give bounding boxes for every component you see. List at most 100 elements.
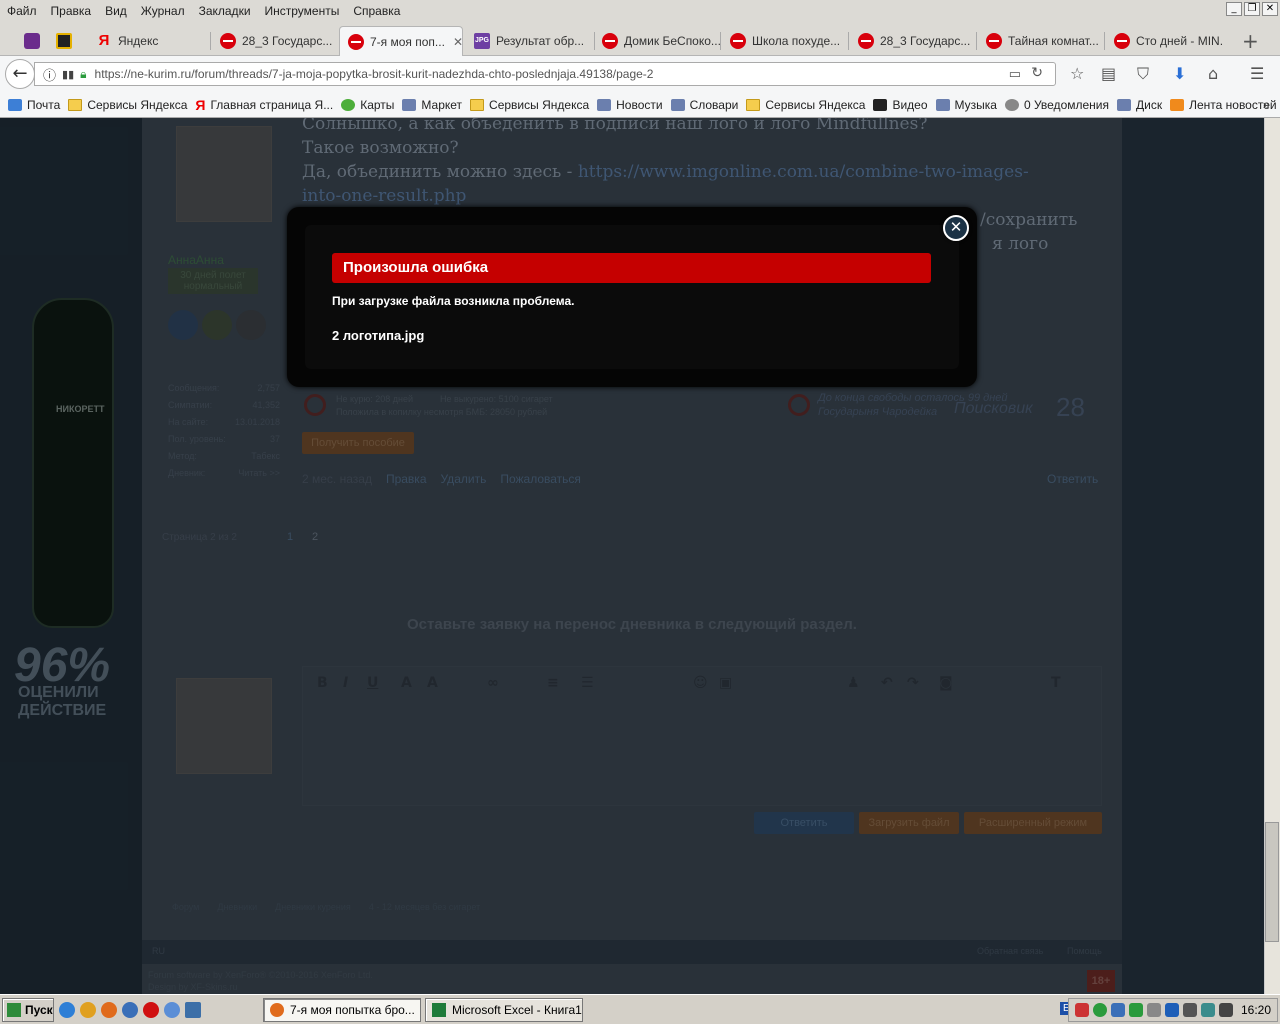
mail-icon [8,98,22,111]
bookmark-news[interactable]: Новости [597,98,663,112]
bookmark-disk[interactable]: Диск [1117,98,1162,112]
info-icon[interactable]: ⓘ [43,65,56,84]
tab-item[interactable]: JPG Результат обр... [466,26,592,56]
new-tab-button[interactable]: + [1234,26,1260,56]
yandex-icon: Я [195,96,206,113]
menu-edit[interactable]: Правка [44,4,99,18]
opera-quicklaunch-icon[interactable] [143,1001,159,1018]
taskbar-firefox-window[interactable]: 7-я моя попытка бро... [263,997,421,1022]
url-text[interactable]: https://ne-kurim.ru/forum/threads/7-ja-m… [95,67,654,81]
restore-button[interactable]: ❐ [1244,2,1260,16]
desktop-quicklaunch-icon[interactable] [185,1001,201,1018]
folder-icon [746,98,761,111]
tab-label: Тайная комнат... [1008,34,1099,48]
back-button[interactable]: ← [5,59,35,89]
folder-icon [68,98,83,111]
tray-icon[interactable] [1146,1003,1161,1017]
menu-view[interactable]: Вид [98,4,134,18]
bookmark-market[interactable]: Маркет [402,98,462,112]
bookmark-feed[interactable]: Лента новостей [1170,98,1277,112]
firefox-icon [270,1002,284,1017]
chrome-quicklaunch-icon[interactable] [59,1001,75,1018]
tab-item[interactable]: Школа похуде... [722,26,848,56]
tab-item[interactable]: 28_3 Государс... [212,26,338,56]
menu-bookmarks[interactable]: Закладки [192,4,258,18]
close-window-button[interactable]: ✕ [1262,2,1278,16]
reader-view-icon[interactable]: ▭ [1009,66,1021,82]
tab-active[interactable]: 7-я моя поп... ✕ [339,26,463,56]
excel-icon [432,1002,446,1017]
tab-close-icon[interactable]: ✕ [453,35,462,49]
bookmark-notifications[interactable]: 0 Уведомления [1004,98,1109,112]
close-dialog-icon[interactable]: ✕ [943,215,969,241]
tray-icon[interactable] [1110,1003,1125,1017]
tray-icon[interactable] [1074,1003,1089,1017]
bookmarks-bar: Почта Сервисы Яндекса Я Главная страница … [0,92,1280,118]
tray-icon[interactable] [1092,1003,1107,1017]
menu-file[interactable]: Файл [0,4,44,18]
jpg-icon: JPG [474,33,490,49]
error-message: При загрузке файла возникла проблема. [332,294,575,308]
notifications-icon [1004,98,1019,111]
tab-label: 7-я моя поп... [370,34,445,49]
bookmark-maps[interactable]: Карты [341,98,394,112]
home-icon[interactable]: ⌂ [1208,64,1218,84]
minimize-button[interactable]: _ [1226,2,1242,16]
reload-icon[interactable]: ↻ [1031,65,1043,81]
tray-icon[interactable] [1128,1003,1143,1017]
library-icon[interactable]: ▤ [1101,64,1116,84]
pinned-tab-1[interactable] [20,26,46,56]
menu-bar: Файл Правка Вид Журнал Закладки Инструме… [0,0,1280,22]
menu-history[interactable]: Журнал [134,4,192,18]
pinned-app-icon [24,33,40,49]
permissions-icon[interactable]: ▮▮ [62,68,74,81]
start-button[interactable]: Пуск [2,997,54,1022]
menu-hamburger-icon[interactable]: ☰ [1250,64,1264,84]
tab-yandex[interactable]: Я Яндекс [88,26,208,56]
bookmark-music[interactable]: Музыка [935,98,997,112]
bookmark-folder[interactable]: Сервисы Яндекса [746,98,865,112]
window-controls: _ ❐ ✕ [1226,2,1278,16]
stop-icon [602,33,618,49]
bookmark-mail[interactable]: Почта [8,98,60,112]
bookmark-dictionaries[interactable]: Словари [670,98,738,112]
rss-icon [1170,98,1185,111]
app-quicklaunch-icon[interactable] [164,1001,180,1018]
tab-item[interactable]: Сто дней - MIN... [1106,26,1224,56]
tab-item[interactable]: Тайная комнат... [978,26,1104,56]
more-bookmarks-icon[interactable]: » [1263,97,1270,112]
tab-label: Результат обр... [496,34,585,48]
app-quicklaunch-icon[interactable] [122,1001,138,1018]
network-icon[interactable] [1200,1003,1215,1017]
taskbar-excel-window[interactable]: Microsoft Excel - Книга1 [425,997,583,1022]
volume-icon[interactable] [1182,1003,1197,1017]
bookmark-folder[interactable]: Сервисы Яндекса [68,98,187,112]
error-title: Произошла ошибка [332,253,931,283]
stop-icon [730,33,746,49]
stop-icon [986,33,1002,49]
stop-icon [220,33,236,49]
tab-label: Домик БеСпоко... [624,34,720,48]
stop-icon [1114,33,1130,49]
navigation-bar: ⓘ ▮▮ 🔒︎ https://ne-kurim.ru/forum/thread… [0,56,1280,92]
bookmark-star-icon[interactable]: ☆ [1070,64,1084,84]
bookmark-video[interactable]: Видео [873,98,928,112]
menu-help[interactable]: Справка [346,4,407,18]
bookmark-yandex-home[interactable]: Я Главная страница Я... [195,97,333,113]
url-bar[interactable]: ⓘ ▮▮ 🔒︎ https://ne-kurim.ru/forum/thread… [34,62,1056,86]
firefox-quicklaunch-icon[interactable] [101,1001,117,1018]
tab-item[interactable]: 28_3 Государс... [850,26,976,56]
tray-icon[interactable] [1164,1003,1179,1017]
clock[interactable]: 16:20 [1241,1003,1271,1017]
dictionary-icon [670,98,685,111]
tab-label: Сто дней - MIN... [1136,34,1224,48]
menu-tools[interactable]: Инструменты [258,4,347,18]
tab-item[interactable]: Домик БеСпоко... [594,26,720,56]
downloads-icon[interactable]: ⬇ [1173,64,1186,84]
app-quicklaunch-icon[interactable] [80,1001,96,1018]
bookmark-folder[interactable]: Сервисы Яндекса [470,98,589,112]
scrollbar-thumb[interactable] [1265,822,1279,942]
tray-icon[interactable] [1218,1003,1233,1017]
pinned-tab-2[interactable] [52,26,80,56]
pocket-icon[interactable]: ⛉ [1137,64,1149,84]
